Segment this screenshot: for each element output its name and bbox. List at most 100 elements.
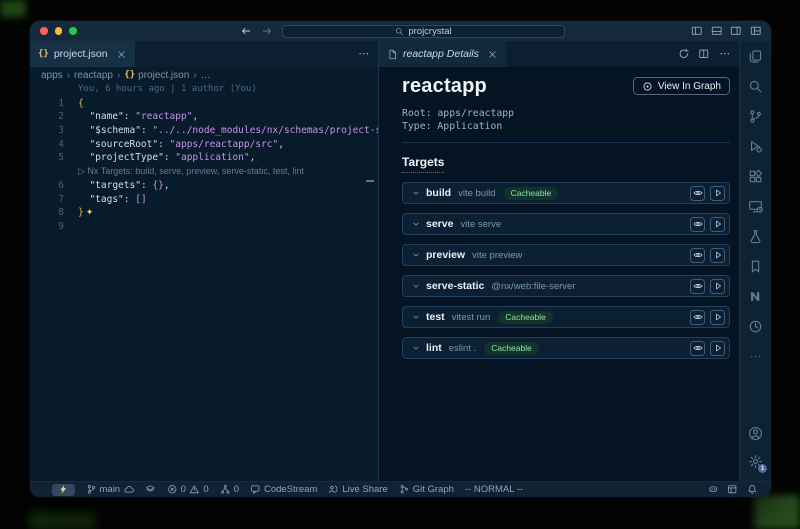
target-row-lint[interactable]: linteslint .Cacheable — [402, 337, 730, 359]
lightning-icon — [58, 484, 69, 495]
target-row-test[interactable]: testvitest runCacheable — [402, 306, 730, 328]
breadcrumb-separator: › — [193, 70, 196, 81]
status-problems[interactable]: 00 — [167, 484, 209, 495]
status-git-graph[interactable]: Git Graph — [399, 484, 454, 495]
status-editor-layout[interactable] — [727, 484, 738, 495]
status-git-branch[interactable]: main — [86, 484, 135, 495]
warning-icon — [189, 484, 200, 495]
close-button[interactable] — [40, 27, 48, 35]
run-target-button[interactable] — [710, 310, 725, 325]
editor-pane[interactable]: apps›reactapp›{}project.json›… You, 6 ho… — [30, 67, 378, 481]
view-target-button[interactable] — [690, 186, 705, 201]
status-live-share[interactable]: Live Share — [328, 484, 387, 495]
code-line-1[interactable]: 1{ — [30, 97, 378, 111]
status-codestream[interactable]: CodeStream — [250, 484, 317, 495]
activity-nx-console[interactable] — [740, 281, 771, 311]
activity-testing[interactable] — [740, 221, 771, 251]
view-target-button[interactable] — [690, 341, 705, 356]
refresh-icon[interactable] — [678, 48, 690, 60]
vscode-window: projcrystal {} project.json — [30, 21, 771, 497]
window-controls — [40, 27, 77, 35]
activity-settings[interactable]: 1 — [740, 447, 771, 475]
more-actions-icon[interactable] — [719, 48, 731, 60]
view-target-button[interactable] — [690, 279, 705, 294]
view-target-button[interactable] — [690, 310, 705, 325]
target-command: @nx/web:file-server — [491, 281, 575, 292]
toggle-secondary-sidebar-icon[interactable] — [730, 25, 742, 37]
project-details-panel: reactapp View In Graph Root: apps/reacta… — [378, 67, 739, 481]
graph-target-icon — [642, 81, 653, 92]
status-vim-mode[interactable]: -- NORMAL -- — [465, 484, 523, 495]
run-target-button[interactable] — [710, 186, 725, 201]
project-root: Root: apps/reactapp — [402, 107, 730, 120]
view-in-graph-button[interactable]: View In Graph — [633, 77, 730, 95]
code-line-7[interactable]: 7 "tags": [] — [30, 193, 378, 207]
target-row-build[interactable]: buildvite buildCacheable — [402, 182, 730, 204]
status-label: 0 — [203, 484, 208, 495]
code-line-5[interactable]: 5 "projectType": "application", — [30, 151, 378, 165]
status-fork-count[interactable]: 0 — [220, 484, 239, 495]
code-area: You, 6 hours ago | 1 author (You)1{2 "na… — [30, 83, 378, 234]
navigation: projcrystal — [240, 21, 565, 41]
code-line-3[interactable]: 3 "$schema": "../../node_modules/nx/sche… — [30, 124, 378, 138]
close-tab-icon[interactable] — [116, 49, 127, 60]
activity-search[interactable] — [740, 71, 771, 101]
activity-more[interactable] — [740, 341, 771, 371]
breadcrumb-item[interactable]: … — [201, 70, 211, 81]
close-tab-icon[interactable] — [487, 49, 498, 60]
project-title: reactapp — [402, 75, 487, 98]
activity-remote-explorer[interactable] — [740, 191, 771, 221]
activity-run-and-debug[interactable] — [740, 131, 771, 161]
tab-project-json[interactable]: {} project.json — [30, 41, 135, 67]
status-label: 0 — [234, 484, 239, 495]
code-line-8[interactable]: 8}✦ — [30, 206, 378, 220]
code-line-9[interactable]: 9 — [30, 220, 378, 234]
run-target-button[interactable] — [710, 279, 725, 294]
target-row-serve[interactable]: servevite serve — [402, 213, 730, 235]
target-row-preview[interactable]: previewvite preview — [402, 244, 730, 266]
split-editor-icon[interactable] — [698, 48, 710, 60]
editor-more-actions-icon[interactable] — [358, 48, 370, 60]
codelens-nx-targets[interactable]: ▷ Nx Targets: build, serve, preview, ser… — [30, 165, 378, 179]
command-center-text: projcrystal — [408, 26, 451, 37]
status-remote-indicator[interactable] — [52, 484, 75, 496]
activity-bookmarks[interactable] — [740, 251, 771, 281]
view-target-button[interactable] — [690, 217, 705, 232]
status-gitlens[interactable] — [145, 484, 156, 495]
divider — [402, 142, 730, 143]
customize-layout-icon[interactable] — [750, 25, 762, 37]
toggle-primary-sidebar-icon[interactable] — [691, 25, 703, 37]
error-icon — [167, 484, 178, 495]
back-button[interactable] — [240, 25, 252, 37]
activity-extensions[interactable] — [740, 161, 771, 191]
tab-reactapp-details[interactable]: reactapp Details — [379, 41, 506, 67]
run-target-button[interactable] — [710, 248, 725, 263]
status-notifications[interactable] — [747, 484, 758, 495]
layers-icon — [145, 484, 156, 495]
wallpaper-patch — [754, 495, 800, 529]
code-line-2[interactable]: 2 "name": "reactapp", — [30, 110, 378, 124]
activity-source-control[interactable] — [740, 101, 771, 131]
run-target-button[interactable] — [710, 341, 725, 356]
view-target-button[interactable] — [690, 248, 705, 263]
code-line-4[interactable]: 4 "sourceRoot": "apps/reactapp/src", — [30, 138, 378, 152]
activity-accounts[interactable] — [740, 419, 771, 447]
breadcrumb-item[interactable]: {}project.json — [124, 70, 189, 81]
target-row-serve-static[interactable]: serve-static@nx/web:file-server — [402, 275, 730, 297]
code-line-6[interactable]: 6 "targets": {}, — [30, 179, 378, 193]
run-target-button[interactable] — [710, 217, 725, 232]
status-copilot[interactable] — [708, 484, 719, 495]
toggle-panel-icon[interactable] — [711, 25, 723, 37]
activity-explorer[interactable] — [740, 41, 771, 71]
status-label: CodeStream — [264, 484, 317, 495]
zoom-button[interactable] — [69, 27, 77, 35]
breadcrumb-item[interactable]: reactapp — [74, 70, 113, 81]
file-icon — [387, 49, 398, 60]
activity-history[interactable] — [740, 311, 771, 341]
chevron-icon — [411, 343, 421, 353]
forward-button[interactable] — [261, 25, 273, 37]
command-center-search[interactable]: projcrystal — [282, 25, 565, 38]
activity-bar: 1 — [739, 41, 771, 481]
breadcrumb-item[interactable]: apps — [41, 70, 63, 81]
minimize-button[interactable] — [55, 27, 63, 35]
